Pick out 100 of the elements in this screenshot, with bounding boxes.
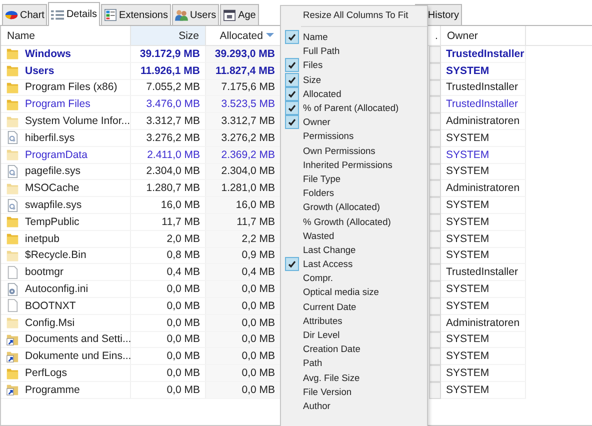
menu-item[interactable]: Compr.	[281, 271, 427, 286]
column-header[interactable]: Owner	[441, 26, 525, 45]
file-name[interactable]: MSOCache	[25, 182, 80, 194]
allocated-value: 2.304,0 MB	[221, 165, 275, 178]
column-header[interactable]: Name	[1, 26, 130, 45]
allocated-value: 0,4 MB	[242, 266, 275, 278]
folder-icon	[6, 215, 19, 228]
size-value: 2.304,0 MB	[146, 165, 200, 178]
tab[interactable]: Chart	[2, 4, 48, 25]
file-name[interactable]: TempPublic	[25, 216, 80, 228]
owner-value: Administratoren	[446, 182, 520, 194]
owner-value: TrustedInstaller	[446, 81, 518, 94]
owner-value: SYSTEM	[446, 283, 490, 296]
menu-item[interactable]: Growth (Allocated)	[281, 200, 427, 214]
settings-file-icon	[6, 282, 19, 296]
menu-item[interactable]: Last Access	[281, 257, 427, 272]
owner-value: SYSTEM	[446, 216, 490, 228]
column-header[interactable]: Allocated	[206, 26, 280, 45]
folder-shortcut-icon	[6, 332, 19, 346]
file-name[interactable]: pagefile.sys	[25, 165, 80, 178]
allocated-value: 2.369,2 MB	[221, 148, 275, 161]
file-name[interactable]: Documents and Setti...	[25, 333, 132, 346]
allocated-value: 0,0 MB	[242, 384, 275, 396]
file-name[interactable]: PerfLogs	[25, 367, 68, 380]
menu-item[interactable]: Files	[281, 58, 427, 73]
owner-value: SYSTEM	[446, 64, 490, 77]
allocated-value: 0,0 MB	[242, 350, 275, 362]
size-value: 0,0 MB	[166, 333, 200, 346]
column-header[interactable]: Size	[131, 26, 205, 45]
folder-icon	[6, 316, 19, 330]
menu-item[interactable]: Path	[281, 356, 427, 370]
allocated-value: 0,0 MB	[242, 333, 275, 346]
menu-item[interactable]: Name	[281, 30, 427, 44]
column-header[interactable]: .	[429, 26, 444, 45]
allocated-value: 0,9 MB	[242, 249, 275, 262]
file-name[interactable]: Windows	[25, 48, 71, 60]
menu-item[interactable]: Dir Level	[281, 328, 427, 342]
file-name[interactable]: Program Files (x86)	[25, 81, 118, 94]
size-value: 0,0 MB	[166, 350, 200, 362]
owner-value: SYSTEM	[446, 333, 490, 346]
menu-item[interactable]: Optical media size	[281, 285, 427, 300]
tab[interactable]: Details	[48, 2, 100, 26]
file-name[interactable]: swapfile.sys	[25, 199, 82, 212]
menu-item[interactable]: % Growth (Allocated)	[281, 214, 427, 229]
menu-item[interactable]: Attributes	[281, 314, 427, 328]
menu-item[interactable]: Current Date	[281, 300, 427, 314]
size-value: 0,8 MB	[166, 249, 200, 262]
tab[interactable]: Extensions	[101, 4, 171, 25]
menu-item[interactable]: Wasted	[281, 228, 427, 243]
size-value: 11,7 MB	[162, 216, 200, 228]
menu-item[interactable]: Avg. File Size	[281, 370, 427, 385]
menu-item[interactable]: Own Permissions	[281, 144, 427, 158]
owner-value: TrustedInstaller	[446, 98, 518, 110]
file-name[interactable]: System Volume Infor...	[25, 115, 130, 128]
file-name[interactable]: $Recycle.Bin	[25, 249, 86, 262]
file-name[interactable]: Config.Msi	[25, 316, 75, 329]
menu-item[interactable]: Size	[281, 72, 427, 87]
menu-item[interactable]: Author	[281, 398, 427, 414]
size-value: 3.476,0 MB	[146, 98, 200, 110]
owner-value: SYSTEM	[446, 132, 490, 144]
menu-item[interactable]: Folders	[281, 186, 427, 200]
file-icon	[6, 266, 19, 279]
file-name[interactable]: Dokumente und Eins...	[25, 350, 132, 362]
file-name[interactable]: inetpub	[25, 232, 60, 245]
menu-item[interactable]: % of Parent (Allocated)	[281, 100, 427, 116]
file-name[interactable]: Users	[25, 64, 54, 77]
file-name[interactable]: Autoconfig.ini	[25, 283, 88, 296]
size-value: 0,0 MB	[166, 316, 200, 329]
menu-item[interactable]: Allocated	[281, 86, 427, 101]
file-name[interactable]: ProgramData	[25, 148, 88, 161]
owner-value: Administratoren	[446, 115, 520, 128]
owner-value: SYSTEM	[446, 384, 490, 396]
file-name[interactable]: Programme	[25, 384, 80, 396]
pie-chart-icon	[5, 9, 18, 21]
owner-value: SYSTEM	[446, 300, 490, 312]
menu-item[interactable]: Owner	[281, 115, 427, 130]
menu-item[interactable]: Last Change	[281, 242, 427, 257]
size-value: 0,0 MB	[166, 300, 200, 312]
allocated-value: 0,0 MB	[242, 367, 275, 380]
folder-icon	[6, 148, 19, 162]
size-value: 3.312,7 MB	[146, 115, 200, 128]
file-name[interactable]: hiberfil.sys	[25, 132, 75, 144]
allocated-value: 3.312,7 MB	[221, 115, 275, 128]
menu-item[interactable]: File Type	[281, 172, 427, 186]
tab[interactable]: Age	[220, 4, 259, 25]
calendar-icon	[223, 9, 236, 21]
menu-item[interactable]: Creation Date	[281, 342, 427, 356]
menu-item[interactable]: File Version	[281, 384, 427, 399]
folder-shortcut-icon	[6, 383, 19, 396]
tab[interactable]: Users	[172, 4, 220, 25]
menu-item[interactable]: Permissions	[281, 129, 427, 144]
menu-item[interactable]: Full Path	[281, 44, 427, 58]
size-value: 0,0 MB	[166, 367, 200, 380]
size-value: 0,4 MB	[166, 266, 200, 278]
owner-value: SYSTEM	[446, 367, 490, 380]
file-name[interactable]: BOOTNXT	[25, 300, 76, 312]
file-name[interactable]: bootmgr	[25, 266, 64, 278]
folder-icon	[6, 232, 19, 246]
file-name[interactable]: Program Files	[25, 98, 90, 110]
menu-item[interactable]: Inherited Permissions	[281, 158, 427, 172]
